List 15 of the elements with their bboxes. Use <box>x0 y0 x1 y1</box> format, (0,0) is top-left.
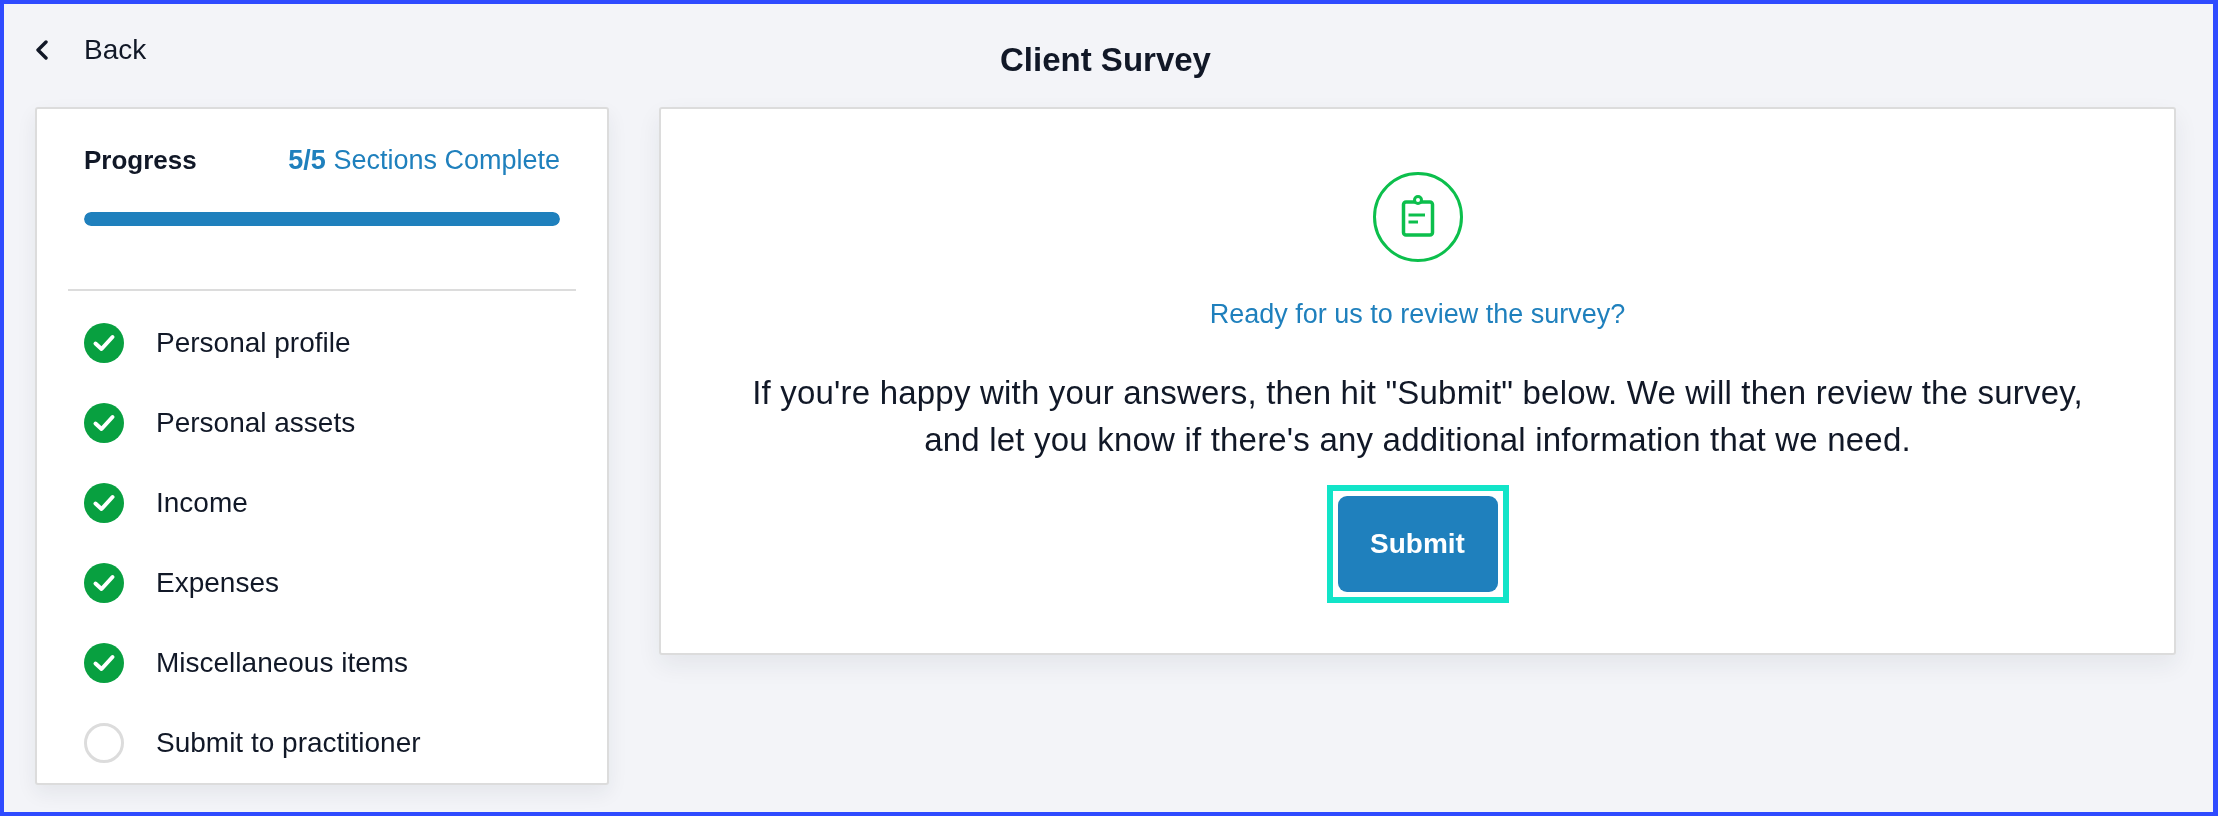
progress-label: Progress <box>84 144 197 176</box>
section-item[interactable]: Miscellaneous items <box>84 623 409 703</box>
back-button[interactable]: Back <box>35 36 147 64</box>
review-message: If you're happy with your answers, then hit "Submit" below. We will then review the survey, and let you know if there's any additional information that we need. <box>751 373 2084 460</box>
section-item[interactable]: Personal assets <box>84 383 356 463</box>
section-item[interactable]: Submit to practitioner <box>84 703 421 783</box>
clipboard-icon <box>1372 172 1463 262</box>
chevron-left-icon <box>35 40 49 60</box>
section-item[interactable]: Income <box>84 463 248 543</box>
progress-summary: 5/5 Sections Complete <box>288 144 560 176</box>
section-item[interactable]: Personal profile <box>84 303 351 383</box>
page-title: Client Survey <box>1000 41 1211 79</box>
section-item[interactable]: Expenses <box>84 543 279 623</box>
review-heading: Ready for us to review the survey? <box>1209 298 1626 331</box>
submit-button[interactable]: Submit <box>1337 496 1498 592</box>
